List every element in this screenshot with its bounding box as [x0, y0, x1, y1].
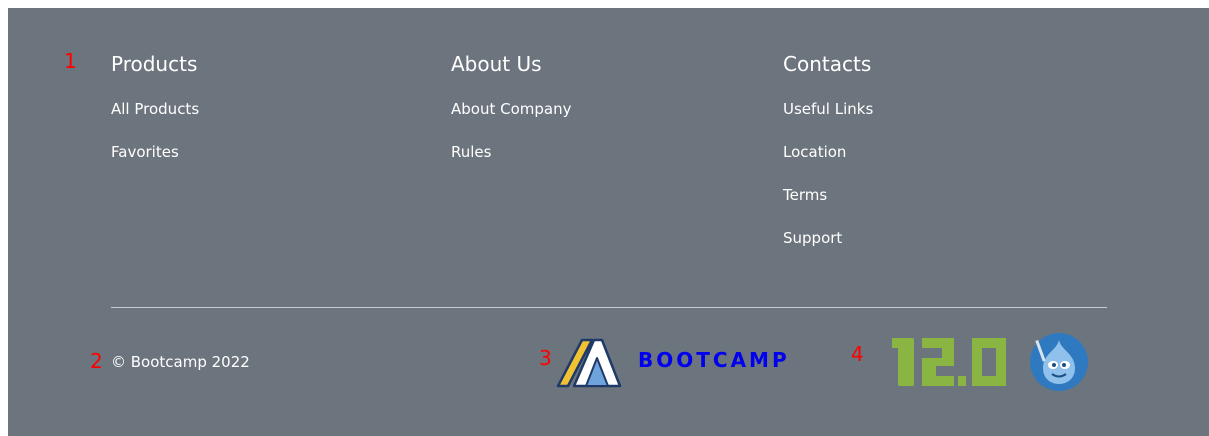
footer-column-contacts: Contacts Useful Links Location Terms Sup… — [783, 52, 873, 247]
footer-link-all-products[interactable]: All Products — [111, 100, 199, 118]
list-item: About Company — [451, 99, 571, 118]
footer-column-title: Products — [111, 52, 198, 76]
list-item: Terms — [783, 185, 827, 204]
footer-link-location[interactable]: Location — [783, 143, 846, 161]
footer-link-useful-links[interactable]: Useful Links — [783, 100, 873, 118]
footer-column-title: Contacts — [783, 52, 872, 76]
list-item: Useful Links — [783, 99, 873, 118]
list-item: Rules — [451, 142, 491, 161]
list-item: Favorites — [111, 142, 179, 161]
list-item: Support — [783, 228, 842, 247]
footer-link-terms[interactable]: Terms — [783, 186, 827, 204]
bootcamp-logo-icon — [556, 338, 622, 388]
bootcamp-logo-text: BOOTCAMP — [638, 348, 790, 372]
footer-divider — [111, 307, 1107, 308]
copyright-text: © Bootcamp 2022 — [111, 353, 250, 371]
footer-column-about-us: About Us About Company Rules — [451, 52, 571, 161]
annotation-marker-1: 1 — [64, 49, 77, 73]
footer-column-title: About Us — [451, 52, 542, 76]
footer-link-favorites[interactable]: Favorites — [111, 143, 179, 161]
drupal-logo-icon — [1030, 333, 1088, 391]
site-footer: 1 Products All Products Favorites About … — [8, 8, 1209, 436]
footer-link-about-company[interactable]: About Company — [451, 100, 571, 118]
annotation-marker-2: 2 — [90, 349, 103, 373]
list-item: All Products — [111, 99, 199, 118]
footer-column-products: Products All Products Favorites — [111, 52, 199, 161]
annotation-marker-3: 3 — [539, 346, 552, 370]
list-item: Location — [783, 142, 846, 161]
footer-link-support[interactable]: Support — [783, 229, 842, 247]
footer-link-rules[interactable]: Rules — [451, 143, 491, 161]
i2-logo-icon — [892, 338, 1006, 386]
annotation-marker-4: 4 — [851, 342, 864, 366]
